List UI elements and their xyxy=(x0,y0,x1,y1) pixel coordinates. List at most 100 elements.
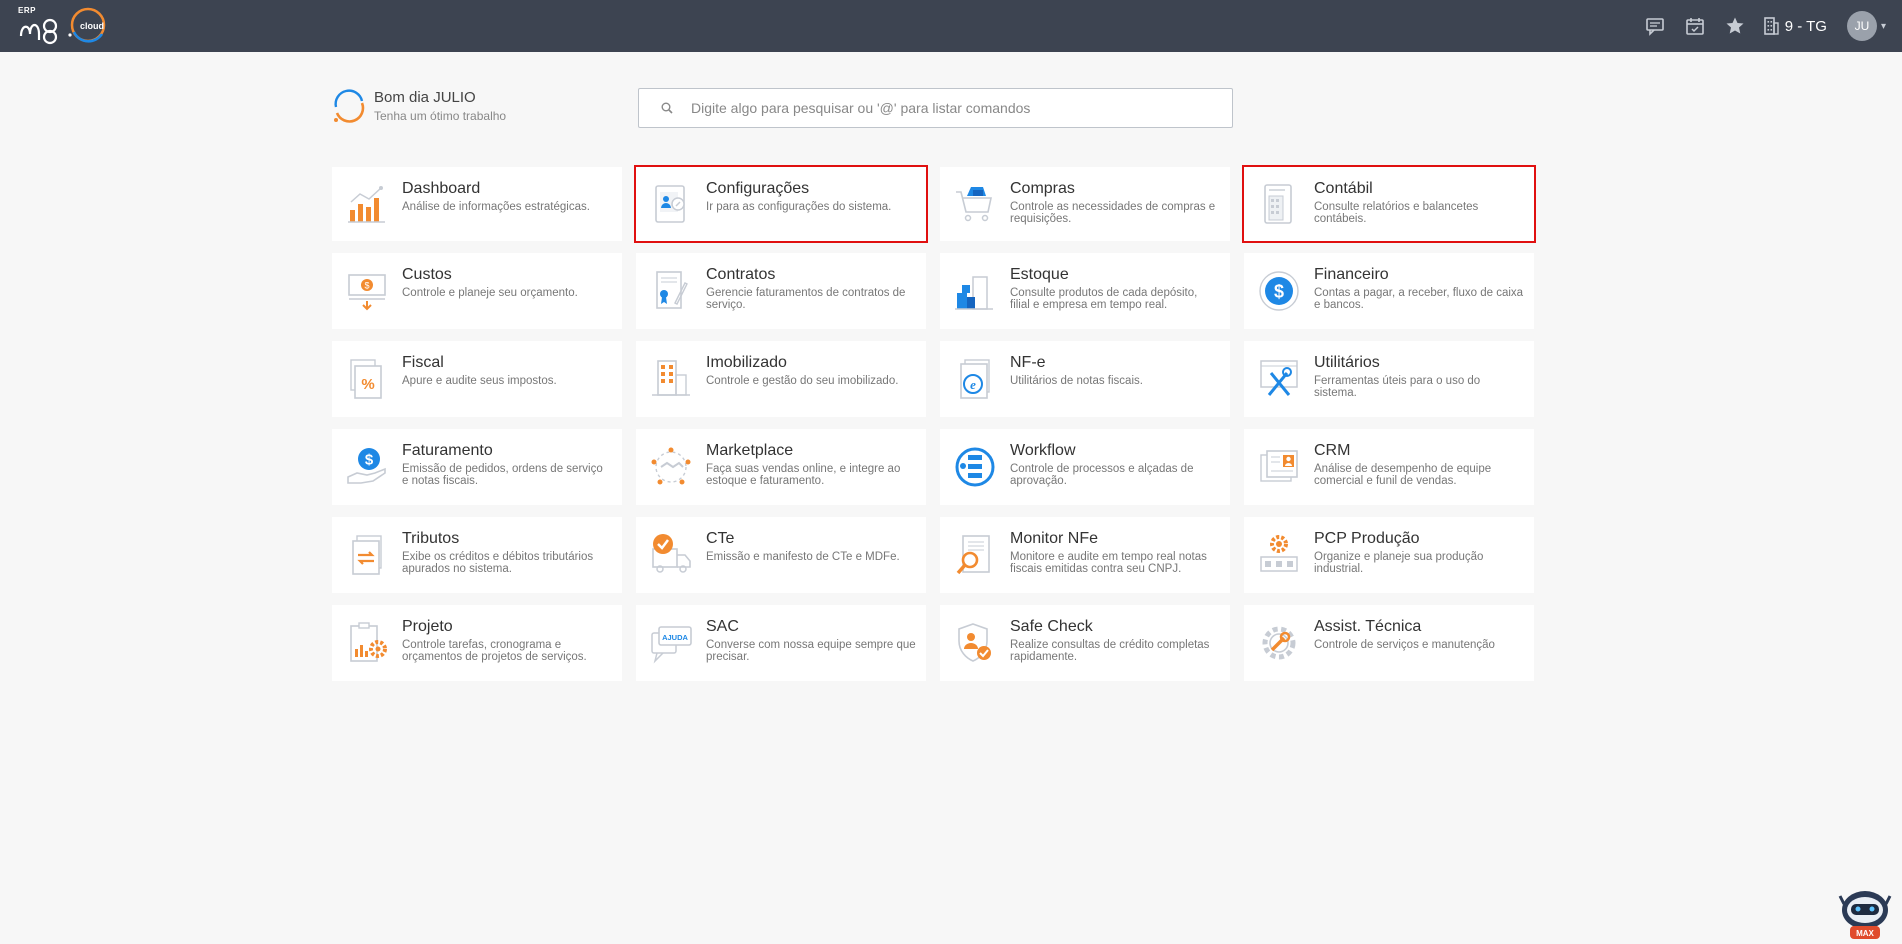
module-title: Faturamento xyxy=(402,442,493,459)
module-card-contabil[interactable]: Contábil Consulte relatórios e balancetes… xyxy=(1242,165,1536,243)
module-title: Dashboard xyxy=(402,180,481,197)
module-card-marketplace[interactable]: Marketplace Faça suas vendas online, e in… xyxy=(636,429,926,505)
module-title: Workflow xyxy=(1010,442,1076,459)
avatar: JU xyxy=(1846,11,1877,41)
module-card-custos[interactable]: $ Custos Controle e planeje seu orçamento. xyxy=(332,253,622,329)
svg-text:$: $ xyxy=(365,452,374,469)
calendar-icon[interactable] xyxy=(1675,0,1715,52)
module-title: SAC xyxy=(706,618,739,635)
stock-icon xyxy=(940,253,1010,329)
m8-symbol-icon xyxy=(334,89,365,123)
module-description: Controle e planeje seu orçamento. xyxy=(402,287,578,299)
module-card-sac[interactable]: AJUDA SAC Converse com nossa equipe sempre… xyxy=(636,605,926,681)
module-description: Análise de informações estratégicas. xyxy=(402,201,590,213)
star-icon[interactable] xyxy=(1715,0,1755,52)
module-card-dashboard[interactable]: Dashboard Análise de informações estratég… xyxy=(332,167,622,241)
module-card-faturamento[interactable]: $ Faturamento Emissão de pedidos, ordens d… xyxy=(332,429,622,505)
top-bar: ERP cloud 9 - TG JU ▾ xyxy=(0,0,1902,52)
module-description: Consulte relatórios e balancetes contábe… xyxy=(1314,201,1479,225)
module-title: Financeiro xyxy=(1314,266,1389,283)
module-card-fiscal[interactable]: % Fiscal Apure e audite seus impostos. xyxy=(332,341,622,417)
shield-check-icon xyxy=(940,605,1010,681)
logo[interactable]: ERP cloud xyxy=(18,6,110,46)
module-card-financeiro[interactable]: $ Financeiro Contas a pagar, a receber, fl… xyxy=(1244,253,1534,329)
project-icon xyxy=(332,605,402,681)
module-card-crm[interactable]: CRM Análise de desempenho de equipe comer… xyxy=(1244,429,1534,505)
module-card-utilitarios[interactable]: Utilitários Ferramentas úteis para o uso … xyxy=(1244,341,1534,417)
greeting: Bom dia JULIO Tenha um ótimo trabalho xyxy=(332,87,506,125)
production-icon xyxy=(1244,517,1314,593)
module-card-configuracoes[interactable]: Configurações Ir para as configurações do… xyxy=(634,165,928,243)
dollar-circle-icon: $ xyxy=(1244,253,1314,329)
module-description: Organize e planeje sua produção industri… xyxy=(1314,551,1484,575)
svg-text:%: % xyxy=(361,376,374,393)
search-input[interactable] xyxy=(691,100,1211,116)
workflow-icon xyxy=(940,429,1010,505)
module-title: Projeto xyxy=(402,618,453,635)
module-description: Controle e gestão do seu imobilizado. xyxy=(706,375,899,387)
module-card-imobilizado[interactable]: Imobilizado Controle e gestão do seu imob… xyxy=(636,341,926,417)
svg-text:AJUDA: AJUDA xyxy=(662,633,688,642)
module-title: CRM xyxy=(1314,442,1351,459)
module-description: Realize consultas de crédito completas r… xyxy=(1010,639,1210,663)
module-card-cte[interactable]: CTe Emissão e manifesto de CTe e MDFe. xyxy=(636,517,926,593)
chat-icon[interactable] xyxy=(1635,0,1675,52)
module-title: Safe Check xyxy=(1010,618,1093,635)
module-description: Exibe os créditos e débitos tributários … xyxy=(402,551,594,575)
company-selector[interactable]: 9 - TG xyxy=(1755,17,1847,35)
module-description: Controle de processos e alçadas de aprov… xyxy=(1010,463,1194,487)
dashboard-icon xyxy=(332,167,402,241)
module-title: Contábil xyxy=(1314,180,1373,197)
svg-text:$: $ xyxy=(1274,282,1284,302)
module-title: Assist. Técnica xyxy=(1314,618,1422,635)
module-title: Contratos xyxy=(706,266,776,283)
user-menu[interactable]: JU ▾ xyxy=(1846,11,1902,41)
module-card-assist-tecnica[interactable]: Assist. Técnica Controle de serviços e ma… xyxy=(1244,605,1534,681)
module-description: Análise de desempenho de equipe comercia… xyxy=(1314,463,1492,487)
module-card-monitor-nfe[interactable]: Monitor NFe Monitore e audite em tempo re… xyxy=(940,517,1230,593)
module-card-projeto[interactable]: Projeto Controle tarefas, cronograma e or… xyxy=(332,605,622,681)
help-chat-icon: AJUDA xyxy=(636,605,706,681)
company-name: 9 - TG xyxy=(1784,17,1827,35)
tools-icon xyxy=(1244,341,1314,417)
module-title: Custos xyxy=(402,266,452,283)
module-card-contratos[interactable]: Contratos Gerencie faturamentos de contra… xyxy=(636,253,926,329)
module-description: Utilitários de notas fiscais. xyxy=(1010,375,1143,387)
calculator-icon xyxy=(1244,167,1314,241)
billing-icon: $ xyxy=(332,429,402,505)
module-description: Emissão de pedidos, ordens de serviço e … xyxy=(402,463,603,487)
greeting-subtitle: Tenha um ótimo trabalho xyxy=(374,109,507,123)
robot-assistant-icon[interactable]: MAX xyxy=(1836,884,1894,942)
handshake-icon xyxy=(636,429,706,505)
module-card-estoque[interactable]: Estoque Consulte produtos de cada depósit… xyxy=(940,253,1230,329)
module-description: Ir para as configurações do sistema. xyxy=(706,201,892,213)
module-description: Emissão e manifesto de CTe e MDFe. xyxy=(706,551,900,563)
module-card-safe-check[interactable]: Safe Check Realize consultas de crédito c… xyxy=(940,605,1230,681)
percent-doc-icon: % xyxy=(332,341,402,417)
module-description: Converse com nossa equipe sempre que pre… xyxy=(706,639,916,663)
module-description: Controle de serviços e manutenção xyxy=(1314,639,1495,651)
contract-icon xyxy=(636,253,706,329)
module-description: Ferramentas úteis para o uso do sistema. xyxy=(1314,375,1481,399)
gear-wrench-icon xyxy=(1244,605,1314,681)
magnifier-doc-icon xyxy=(940,517,1010,593)
module-description: Apure e audite seus impostos. xyxy=(402,375,557,387)
truck-icon xyxy=(636,517,706,593)
module-card-compras[interactable]: Compras Controle as necessidades de compr… xyxy=(940,167,1230,241)
module-title: Tributos xyxy=(402,530,460,547)
svg-text:e: e xyxy=(970,377,976,392)
module-title: NF-e xyxy=(1010,354,1046,371)
greeting-title: Bom dia JULIO xyxy=(374,89,476,106)
module-title: Imobilizado xyxy=(706,354,787,371)
module-title: CTe xyxy=(706,530,735,547)
search-box[interactable] xyxy=(638,88,1233,128)
module-card-pcp-producao[interactable]: PCP Produção Organize e planeje sua produ… xyxy=(1244,517,1534,593)
svg-text:MAX: MAX xyxy=(1856,929,1874,938)
nfe-icon: e xyxy=(940,341,1010,417)
search-icon xyxy=(661,102,673,114)
module-card-workflow[interactable]: Workflow Controle de processos e alçadas … xyxy=(940,429,1230,505)
module-card-nf-e[interactable]: e NF-e Utilitários de notas fiscais. xyxy=(940,341,1230,417)
module-card-tributos[interactable]: Tributos Exibe os créditos e débitos trib… xyxy=(332,517,622,593)
settings-icon xyxy=(636,167,706,241)
module-title: Fiscal xyxy=(402,354,444,371)
